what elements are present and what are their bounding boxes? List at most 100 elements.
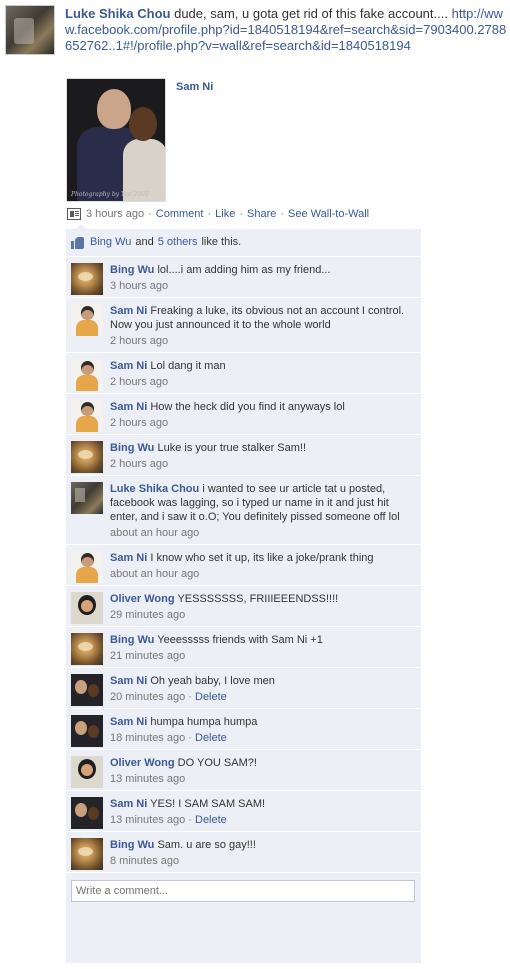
post-time: 3 hours ago xyxy=(86,208,145,220)
photo-caption: Photography by Yee 2009 xyxy=(71,191,149,198)
comment-time: about an hour ago xyxy=(110,527,200,539)
comment-text: YES! I SAM SAM SAM! xyxy=(150,798,266,810)
comment-text: YESSSSSSS, FRIIIEEENDSS!!!! xyxy=(177,593,339,605)
comment-avatar[interactable] xyxy=(71,400,103,432)
comment-body: Sam Ni I know who set it up, its like a … xyxy=(110,551,415,565)
comment-item: Sam Ni Oh yeah baby, I love men 20 minute… xyxy=(66,668,421,709)
comment-time: 3 hours ago xyxy=(110,280,169,292)
likes-and: and xyxy=(135,236,154,248)
attachment-name-link[interactable]: Sam Ni xyxy=(176,81,213,93)
comment-item: Bing Wu lol....i am adding him as my fri… xyxy=(66,257,421,298)
liker-link[interactable]: Bing Wu xyxy=(90,229,131,256)
comment-text: Lol dang it man xyxy=(150,360,226,372)
comment-meta: 2 hours ago xyxy=(110,416,415,430)
comment-author-link[interactable]: Sam Ni xyxy=(110,401,147,413)
comment-item: Oliver Wong YESSSSSSS, FRIIIEEENDSS!!!! 2… xyxy=(66,586,421,627)
comment-meta: about an hour ago xyxy=(110,567,415,581)
comment-author-link[interactable]: Sam Ni xyxy=(110,675,147,687)
comment-author-link[interactable]: Sam Ni xyxy=(110,552,147,564)
comment-author-link[interactable]: Sam Ni xyxy=(110,360,147,372)
comment-meta: 13 minutes ago · Delete xyxy=(110,814,227,826)
comment-body: Oliver Wong YESSSSSSS, FRIIIEEENDSS!!!! xyxy=(110,592,415,606)
comment-body: Sam Ni Lol dang it man xyxy=(110,359,415,373)
comment-delete-link[interactable]: Delete xyxy=(195,732,227,744)
comment-body: Bing Wu Yeeesssss friends with Sam Ni +1 xyxy=(110,633,415,647)
comment-author-link[interactable]: Luke Shika Chou xyxy=(110,483,199,495)
comment-text: DO YOU SAM?! xyxy=(177,757,257,769)
comment-text: Sam. u are so gay!!! xyxy=(157,839,256,851)
comment-text: How the heck did you find it anyways lol xyxy=(150,401,345,413)
attachment-photo[interactable]: Photography by Yee 2009 xyxy=(66,78,166,202)
comment-avatar[interactable] xyxy=(71,263,103,295)
comment-avatar[interactable] xyxy=(71,551,103,583)
comment-text: lol....i am adding him as my friend... xyxy=(157,264,331,276)
comment-time: 2 hours ago xyxy=(110,417,169,429)
comment-avatar[interactable] xyxy=(71,592,103,624)
comment-author-link[interactable]: Sam Ni xyxy=(110,798,147,810)
comment-time: about an hour ago xyxy=(110,568,200,580)
comment-author-link[interactable]: Oliver Wong xyxy=(110,593,175,605)
comment-body: Luke Shika Chou i wanted to see ur artic… xyxy=(110,482,415,524)
comment-item: Sam Ni Lol dang it man 2 hours ago xyxy=(66,353,421,394)
comment-body: Bing Wu Sam. u are so gay!!! xyxy=(110,838,415,852)
others-link[interactable]: 5 others xyxy=(158,229,198,256)
comment-avatar[interactable] xyxy=(71,359,103,391)
comment-meta: 3 hours ago xyxy=(110,279,415,293)
comment-item: Bing Wu Yeeesssss friends with Sam Ni +1… xyxy=(66,627,421,668)
comment-avatar[interactable] xyxy=(71,633,103,665)
comment-author-link[interactable]: Bing Wu xyxy=(110,264,154,276)
comment-author-link[interactable]: Bing Wu xyxy=(110,634,154,646)
comment-author-link[interactable]: Oliver Wong xyxy=(110,757,175,769)
write-comment-input[interactable] xyxy=(71,880,415,902)
comment-meta: 2 hours ago xyxy=(110,334,415,348)
comment-item: Bing Wu Sam. u are so gay!!! 8 minutes ag… xyxy=(66,832,421,873)
post-author-link[interactable]: Luke Shika Chou xyxy=(65,6,170,21)
like-thumb-icon xyxy=(71,236,85,249)
comment-avatar[interactable] xyxy=(71,715,103,747)
comment-time: 2 hours ago xyxy=(110,458,169,470)
comment-text: Luke is your true stalker Sam!! xyxy=(157,442,307,454)
comment-avatar[interactable] xyxy=(71,441,103,473)
comment-item: Sam Ni How the heck did you find it anyw… xyxy=(66,394,421,435)
comment-delete-link[interactable]: Delete xyxy=(195,814,227,826)
comment-avatar[interactable] xyxy=(71,838,103,870)
write-comment-area xyxy=(66,873,421,910)
comment-avatar[interactable] xyxy=(71,304,103,336)
comment-avatar[interactable] xyxy=(71,674,103,706)
comment-body: Sam Ni Freaking a luke, its obvious not … xyxy=(110,304,415,332)
comment-author-link[interactable]: Bing Wu xyxy=(110,442,154,454)
comment-delete-link[interactable]: Delete xyxy=(195,691,227,703)
comment-author-link[interactable]: Sam Ni xyxy=(110,305,147,317)
comment-avatar[interactable] xyxy=(71,797,103,829)
comment-text: humpa humpa humpa xyxy=(150,716,258,728)
comment-meta: 29 minutes ago xyxy=(110,608,415,622)
comment-meta: 8 minutes ago xyxy=(110,854,415,868)
comment-time: 8 minutes ago xyxy=(110,855,180,867)
comment-time: 13 minutes ago xyxy=(110,814,186,826)
comment-author-link[interactable]: Bing Wu xyxy=(110,839,154,851)
comment-author-link[interactable]: Sam Ni xyxy=(110,716,147,728)
comment-time: 2 hours ago xyxy=(110,376,169,388)
comment-item: Bing Wu Luke is your true stalker Sam!! 2… xyxy=(66,435,421,476)
comment-meta: 18 minutes ago · Delete xyxy=(110,732,227,744)
comment-meta: 2 hours ago xyxy=(110,375,415,389)
comment-text: Yeeesssss friends with Sam Ni +1 xyxy=(157,634,323,646)
see-wall-to-wall-link[interactable]: See Wall-to-Wall xyxy=(288,208,369,220)
post-meta: 3 hours ago · Comment · Like · Share · S… xyxy=(67,208,369,220)
comment-body: Sam Ni humpa humpa humpa xyxy=(110,715,415,729)
comment-item: Sam Ni YES! I SAM SAM SAM! 13 minutes ago… xyxy=(66,791,421,832)
post-message: Luke Shika Chou dude, sam, u gota get ri… xyxy=(65,6,507,54)
comment-time: 18 minutes ago xyxy=(110,732,186,744)
share-link[interactable]: Share xyxy=(247,208,276,220)
comment-item: Luke Shika Chou i wanted to see ur artic… xyxy=(66,476,421,545)
comment-link[interactable]: Comment xyxy=(156,208,204,220)
like-link[interactable]: Like xyxy=(215,208,235,220)
comment-item: Oliver Wong DO YOU SAM?! 13 minutes ago xyxy=(66,750,421,791)
comment-body: Bing Wu Luke is your true stalker Sam!! xyxy=(110,441,415,455)
comment-time: 13 minutes ago xyxy=(110,773,186,785)
comment-body: Bing Wu lol....i am adding him as my fri… xyxy=(110,263,415,277)
author-avatar[interactable] xyxy=(5,5,55,55)
feedback-box: Bing Wu and 5 others like this. Bing Wu … xyxy=(66,224,421,963)
comment-avatar[interactable] xyxy=(71,482,103,514)
comment-avatar[interactable] xyxy=(71,756,103,788)
